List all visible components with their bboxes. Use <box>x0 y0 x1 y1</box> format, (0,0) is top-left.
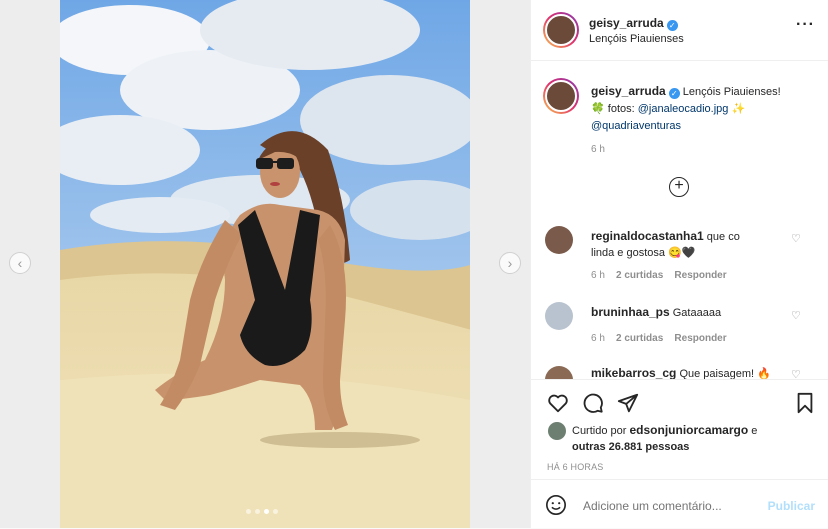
commenter-avatar[interactable] <box>545 226 573 254</box>
media-area: ‹ › <box>0 0 530 528</box>
caption-line2-prefix: fotos: <box>607 103 638 115</box>
bookmark-icon[interactable] <box>794 392 816 414</box>
comment-likes[interactable]: 2 curtidas <box>616 270 663 281</box>
commenter-avatar[interactable] <box>545 366 573 379</box>
comment-likes[interactable]: 2 curtidas <box>616 333 663 344</box>
likes-summary: Curtido por edsonjuniorcamargo e outras … <box>572 422 812 455</box>
caption-time[interactable]: 6 h <box>591 144 605 155</box>
photographer-mention[interactable]: @janaleocadio.jpg <box>638 103 729 115</box>
comment-emoji: 🔥 <box>757 368 771 379</box>
comment-text: bruninhaa_ps Gataaaaa <box>591 305 721 319</box>
likes-prefix: Curtido por <box>572 425 627 437</box>
comment-text: mikebarros_cg Que paisagem! 🔥 <box>591 366 771 379</box>
heart-icon[interactable] <box>547 392 569 414</box>
reply-button[interactable]: Responder <box>674 270 726 281</box>
carousel-dot <box>255 509 260 514</box>
comment-username[interactable]: mikebarros_cg <box>591 366 676 379</box>
comment-line1: que co <box>706 231 740 243</box>
comment-input[interactable] <box>581 495 765 517</box>
comment-line2: linda e gostosa <box>591 247 665 259</box>
chevron-right-icon[interactable]: › <box>499 252 521 274</box>
comment-like-heart-icon[interactable]: ♡ <box>791 311 801 322</box>
post-location[interactable]: Lençóis Piauienses <box>589 33 684 45</box>
beach-photo-illustration <box>60 0 470 528</box>
reply-button[interactable]: Responder <box>674 333 726 344</box>
post-details-panel: geisy_arruda ✓ Lençóis Piauienses ··· gei… <box>530 0 828 528</box>
share-icon[interactable] <box>617 392 639 414</box>
verified-badge-icon: ✓ <box>666 20 678 31</box>
comment-emoji: 😋🖤 <box>668 247 696 259</box>
verified-badge-icon: ✓ <box>668 88 680 99</box>
comment-username[interactable]: bruninhaa_ps <box>591 305 670 319</box>
chevron-left-icon[interactable]: ‹ <box>9 252 31 274</box>
comment-body: Que paisagem! <box>679 368 755 379</box>
post-header: geisy_arruda ✓ Lençóis Piauienses ··· <box>531 0 828 61</box>
sparkle-emoji: ✨ <box>731 103 746 115</box>
emoji-icon[interactable] <box>545 494 567 516</box>
comment-input-bar: Publicar <box>531 479 828 529</box>
carousel-dot <box>246 509 251 514</box>
author-info: geisy_arruda ✓ <box>589 14 678 32</box>
comment-like-heart-icon[interactable]: ♡ <box>791 234 801 245</box>
commenter-avatar[interactable] <box>545 302 573 330</box>
carousel-dots <box>246 509 278 514</box>
author-username[interactable]: geisy_arruda <box>589 16 664 30</box>
comment-time[interactable]: 6 h <box>591 270 605 281</box>
caption-username[interactable]: geisy_arruda <box>591 84 666 98</box>
author-avatar[interactable] <box>543 12 579 48</box>
comment-like-heart-icon[interactable]: ♡ <box>791 370 801 380</box>
load-more-comments-icon[interactable]: + <box>669 177 689 197</box>
post-timestamp[interactable]: HÁ 6 HORAS <box>547 462 604 472</box>
carousel-dot <box>273 509 278 514</box>
comment-icon[interactable] <box>582 392 604 414</box>
quadriaventuras-mention[interactable]: @quadriaventuras <box>591 120 681 132</box>
more-options-icon[interactable]: ··· <box>796 17 815 33</box>
caption-text: geisy_arruda ✓ Lençóis Piauienses! 🍀 foto… <box>591 83 819 135</box>
comment-body: Gataaaaa <box>672 307 722 319</box>
likes-count[interactable]: outras 26.881 pessoas <box>572 441 689 453</box>
likes-connector: e <box>751 425 758 437</box>
comment-meta: 6 h 2 curtidas Responder <box>591 270 727 281</box>
comment-text: reginaldocastanha1 que co linda e gostos… <box>591 228 791 261</box>
comment-item: mikebarros_cg Que paisagem! 🔥 ♡ <box>531 362 828 379</box>
post-actions: Curtido por edsonjuniorcamargo e outras … <box>531 379 828 472</box>
comment-meta: 6 h 2 curtidas Responder <box>591 333 727 344</box>
carousel-dot-active <box>264 509 269 514</box>
clover-emoji: 🍀 <box>591 103 605 115</box>
publish-button[interactable]: Publicar <box>768 499 815 513</box>
liker-avatar[interactable] <box>548 422 566 440</box>
post-photo[interactable] <box>60 0 470 528</box>
caption-avatar[interactable] <box>543 78 579 114</box>
comment-time[interactable]: 6 h <box>591 333 605 344</box>
liker-username[interactable]: edsonjuniorcamargo <box>629 423 748 437</box>
caption-line1: Lençóis Piauienses! <box>682 86 781 98</box>
comment-username[interactable]: reginaldocastanha1 <box>591 229 704 243</box>
redacted-text <box>740 231 758 243</box>
